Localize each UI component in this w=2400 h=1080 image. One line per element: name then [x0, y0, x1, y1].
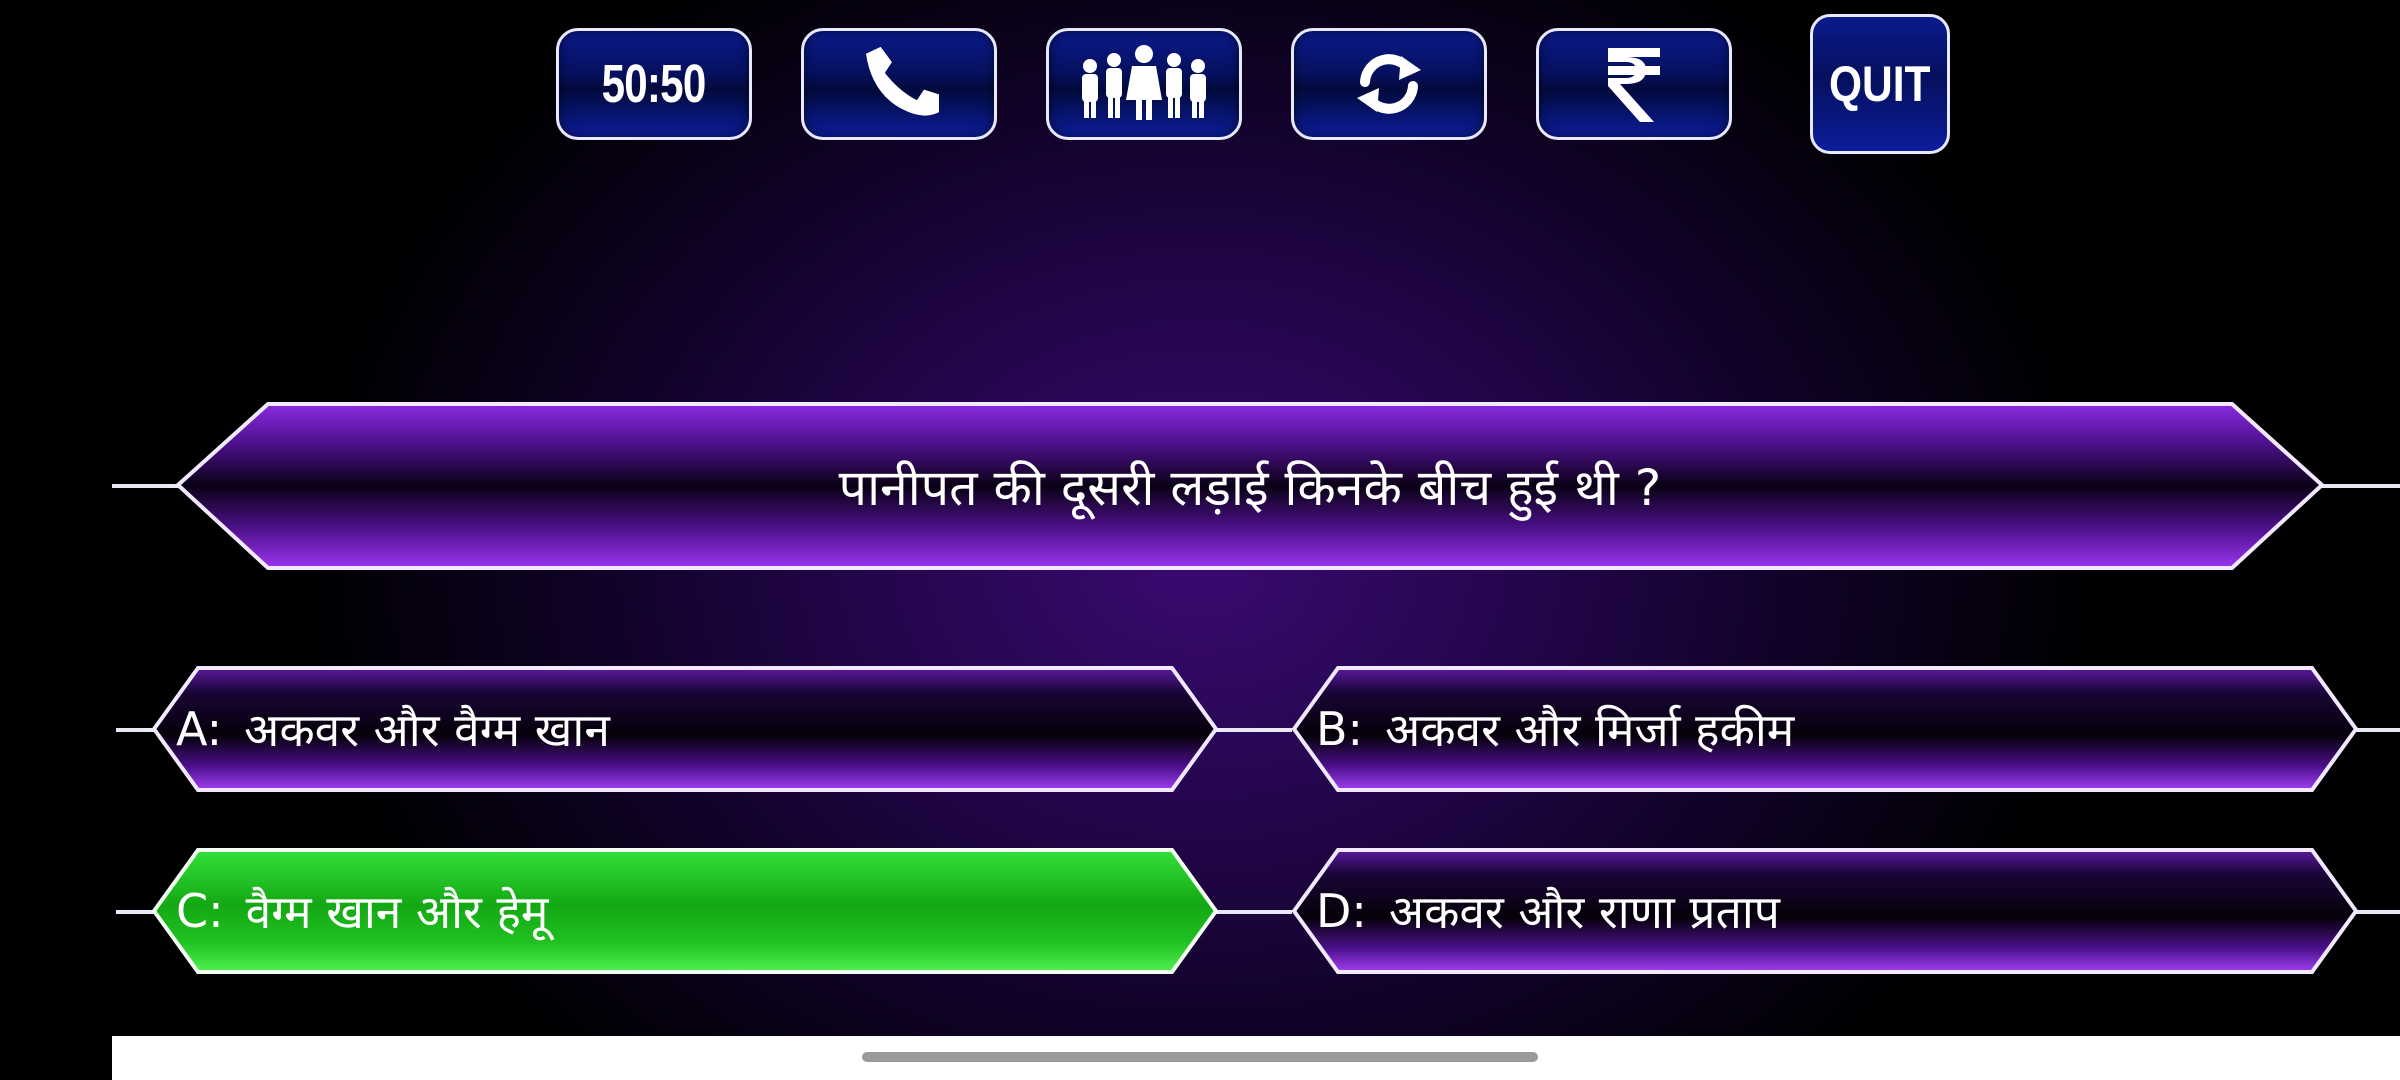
fifty-fifty-label: 50:50 — [602, 54, 707, 114]
option-cd-middle-line — [1212, 910, 1292, 914]
option-b-text: अकवर और मिर्जा हकीम — [1385, 703, 1795, 757]
option-a-content: A: अकवर और वैग्म खान — [176, 666, 610, 792]
option-b-content: B: अकवर और मिर्जा हकीम — [1316, 666, 1794, 792]
question-text: पानीपत की दूसरी लड़ाई किनके बीच हुई थी ? — [838, 459, 1662, 517]
phone-a-friend-button[interactable] — [801, 28, 997, 140]
money-button[interactable] — [1536, 28, 1732, 140]
option-b-right-line — [2354, 728, 2400, 732]
option-d[interactable]: D: अकवर और राणा प्रताप — [1291, 848, 2359, 974]
fifty-fifty-button[interactable]: 50:50 — [556, 28, 752, 140]
option-a[interactable]: A: अकवर और वैग्म खान — [151, 666, 1219, 792]
quit-button[interactable]: QUIT — [1810, 14, 1950, 154]
option-ab-middle-line — [1212, 728, 1292, 732]
option-d-letter: D: — [1316, 884, 1367, 938]
rupee-icon — [1608, 48, 1660, 122]
question-left-line — [112, 484, 182, 488]
phone-icon — [866, 46, 939, 116]
quit-label: QUIT — [1829, 56, 1931, 112]
option-b-letter: B: — [1316, 702, 1364, 756]
game-screen: 50:50 QUIT पानीपत की दूसरी लड़ाई किनके ब… — [0, 0, 2400, 1080]
audience-icon — [1082, 45, 1206, 120]
audience-poll-button[interactable] — [1046, 28, 1242, 140]
option-c-selected[interactable]: C: वैग्म खान और हेमू — [151, 848, 1219, 974]
option-c-letter: C: — [176, 884, 224, 938]
flip-question-button[interactable] — [1291, 28, 1487, 140]
refresh-icon — [1357, 54, 1421, 114]
home-indicator[interactable] — [862, 1052, 1538, 1062]
option-c-content: C: वैग्म खान और हेमू — [176, 848, 548, 974]
left-letterbox — [0, 0, 112, 1080]
option-a-letter: A: — [176, 702, 223, 756]
option-d-text: अकवर और राणा प्रताप — [1388, 885, 1780, 939]
question-right-line — [2318, 484, 2400, 488]
option-d-right-line — [2354, 910, 2400, 914]
option-b[interactable]: B: अकवर और मिर्जा हकीम — [1291, 666, 2359, 792]
option-d-content: D: अकवर और राणा प्रताप — [1316, 848, 1780, 974]
option-a-text: अकवर और वैग्म खान — [244, 703, 610, 757]
option-c-text: वैग्म खान और हेमू — [245, 885, 549, 939]
question-panel: पानीपत की दूसरी लड़ाई किनके बीच हुई थी ? — [175, 402, 2325, 570]
